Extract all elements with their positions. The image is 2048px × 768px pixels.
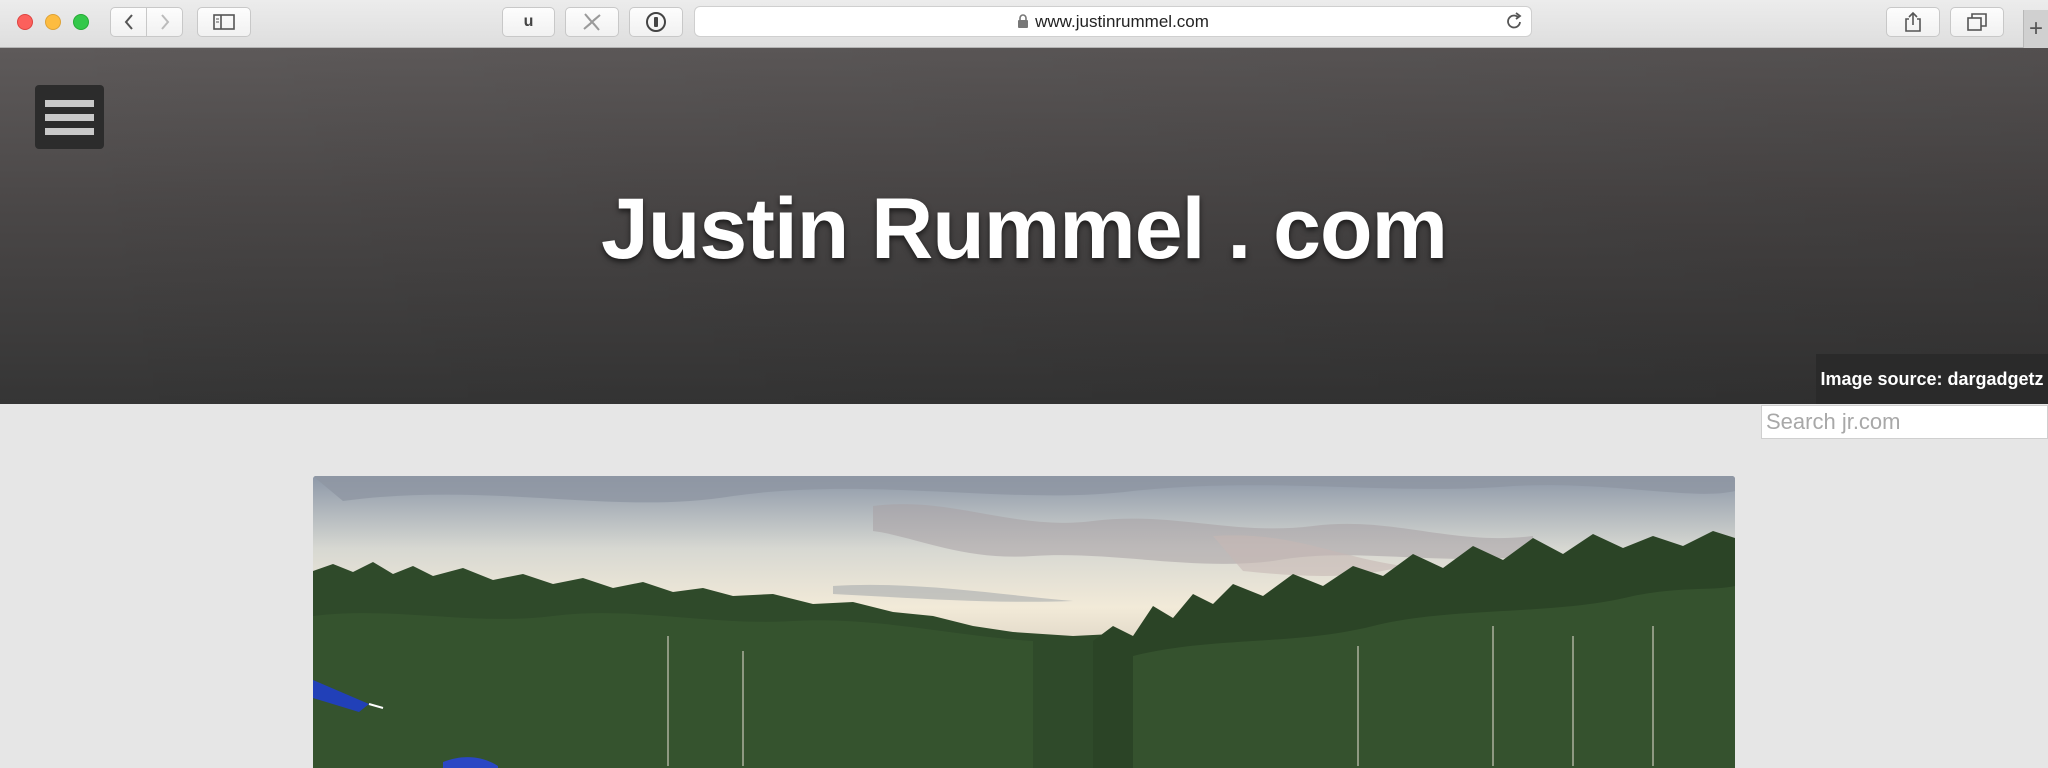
- site-header: Justin Rummel . com Image source: dargad…: [0, 48, 2048, 404]
- site-title[interactable]: Justin Rummel . com: [0, 180, 2048, 279]
- new-tab-icon: +: [2028, 15, 2043, 42]
- pinwheel-icon: [583, 13, 601, 31]
- pinwheel-extension-button[interactable]: [565, 7, 619, 37]
- forward-button[interactable]: [146, 7, 183, 37]
- lock-icon: [1017, 14, 1029, 29]
- image-source-caption: Image source: dargadgetz: [1816, 354, 2048, 404]
- zoom-window-button[interactable]: [73, 14, 89, 30]
- search-input[interactable]: [1761, 405, 2048, 439]
- tab-overview-button[interactable]: [1950, 7, 2004, 37]
- ext-u-button[interactable]: u: [502, 7, 555, 37]
- back-icon: [124, 14, 133, 30]
- back-button[interactable]: [110, 7, 147, 37]
- hamburger-icon-bar: [45, 99, 94, 107]
- hamburger-icon-bar: [45, 127, 94, 135]
- url-text: www.justinrummel.com: [1035, 11, 1209, 31]
- featured-post-image[interactable]: [313, 476, 1735, 768]
- browser-toolbar: u www.justinrummel.com +: [0, 0, 2048, 48]
- forward-icon: [160, 14, 169, 30]
- lake-forest-photo: [313, 476, 1735, 768]
- navigation-buttons: [110, 7, 184, 37]
- sidebar-button[interactable]: [197, 7, 251, 37]
- minimize-window-button[interactable]: [45, 14, 61, 30]
- new-tab-button[interactable]: +: [2023, 10, 2048, 48]
- hamburger-icon-bar: [45, 113, 94, 121]
- reload-button[interactable]: [1505, 12, 1523, 36]
- close-window-button[interactable]: [17, 14, 33, 30]
- tabs-icon: [1967, 13, 1987, 31]
- share-icon: [1905, 11, 1921, 32]
- sidebar-icon: [213, 14, 235, 30]
- password-manager-button[interactable]: [629, 7, 683, 37]
- reload-icon: [1507, 12, 1522, 29]
- share-button[interactable]: [1886, 7, 1940, 37]
- address-bar[interactable]: www.justinrummel.com: [694, 6, 1532, 37]
- password-icon: [646, 12, 666, 32]
- hamburger-menu-button[interactable]: [35, 85, 104, 149]
